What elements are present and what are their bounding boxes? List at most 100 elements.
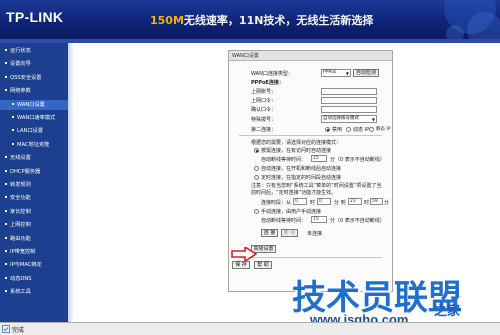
sidebar-item-label: IP带宽控制 [10, 249, 36, 255]
sidebar-item[interactable]: 运行状态 [0, 46, 68, 56]
browser-status-bar: 完成 [0, 322, 500, 335]
sidebar-item-label: 安全功能 [10, 195, 31, 202]
auto-connect-label: 自动连接，在开机和断线后自动连接 [261, 166, 342, 172]
header-slogan: 150M无线速率，11N技术，无线生活新选择 [150, 12, 373, 28]
help-button[interactable]: 帮 助 [254, 261, 272, 269]
bullet-icon [5, 62, 7, 65]
divider [239, 135, 382, 136]
confirm-password-label: 确认口令： [251, 107, 277, 113]
sidebar-item-label: 设置向导 [10, 61, 31, 68]
to-hour-input[interactable]: 23 [348, 198, 362, 205]
sidebar-item[interactable]: LAN口设置 [0, 126, 68, 136]
bullet-icon [12, 116, 14, 118]
pppoe-section-label: PPPoE连接： [251, 80, 284, 86]
to-hour-unit: 时 [364, 200, 370, 206]
sidebar-item-label: 家长控制 [10, 208, 31, 215]
to-minute-input[interactable]: 59 [370, 198, 383, 205]
sidebar-item[interactable]: 设置向导 [0, 59, 68, 69]
radio-on-demand[interactable] [254, 148, 259, 153]
slogan-text: 无线速率，11N技术，无线生活新选择 [183, 14, 374, 27]
sidebar-item[interactable]: WAN口设置 [0, 99, 68, 110]
sidebar-item[interactable]: MAC地址克隆 [0, 140, 68, 150]
bullet-icon [5, 196, 7, 199]
hour-unit: 时 [310, 200, 316, 206]
bullet-icon [5, 223, 7, 226]
sidebar-item-label: MAC地址克隆 [17, 141, 50, 148]
sidebar-item[interactable]: 转发规则 [0, 180, 68, 190]
sidebar-item[interactable]: IP与MAC绑定 [0, 260, 68, 270]
bullet-icon [5, 75, 7, 78]
sidebar-item-label: WAN口设置 [17, 101, 45, 108]
radio-disabled-label: 禁用 [332, 127, 343, 133]
wan-type-value: PPPoE [323, 70, 337, 75]
from-minute-input[interactable]: 0 [317, 198, 331, 205]
wan-type-select[interactable]: PPPoE ▼ [321, 69, 351, 77]
sidebar-item[interactable]: WAN口速率模式 [0, 113, 68, 123]
account-label: 上网账号： [251, 89, 277, 95]
radio-timed-connect[interactable] [254, 175, 259, 180]
bullet-icon [12, 142, 14, 145]
sidebar-item-label: IP与MAC绑定 [10, 262, 42, 269]
password-input[interactable] [321, 97, 377, 104]
radio-dynamic-ip-label: 动态 IP [353, 127, 370, 133]
bullet-icon [5, 250, 7, 252]
banner-decoration-icon [444, 0, 500, 39]
to-minute-unit: 分 [384, 200, 390, 206]
sidebar-item-label: 运行状态 [10, 48, 31, 54]
save-button[interactable]: 保 存 [232, 261, 250, 269]
sidebar-item[interactable]: QSS安全设置 [0, 73, 68, 83]
bullet-icon [5, 169, 7, 172]
bullet-icon [12, 129, 14, 132]
sidebar-item[interactable]: 无线设置 [0, 153, 68, 163]
sidebar-item-label: 系统工具 [10, 289, 31, 296]
disconnect-button[interactable]: 断 线 [281, 229, 298, 237]
status-text: 完成 [12, 327, 25, 334]
idle-time-input[interactable]: 15 [311, 155, 327, 162]
wan-type-label: WAN口连接类型： [251, 71, 293, 77]
panel-titlebar: WAN口设置 [229, 51, 392, 61]
bullet-icon [5, 183, 7, 185]
password-label: 上网口令： [251, 98, 277, 104]
idle-time-label: 自动断线等待时间： [261, 157, 307, 163]
radio-static-ip[interactable] [369, 127, 374, 132]
manual-connect-label: 手动连接，由用户手动连接 [261, 209, 322, 215]
account-input[interactable] [321, 88, 377, 95]
mode-hint: 根据您的需要，请选择对应的连接模式： [251, 140, 342, 146]
chevron-down-icon: ▼ [345, 71, 349, 76]
page-status-icon [2, 325, 10, 333]
bullet-icon [5, 49, 7, 51]
radio-static-ip-label: 静态 IP [376, 127, 391, 132]
sidebar-item-label: DHCP服务器 [10, 168, 41, 175]
radio-disabled[interactable] [325, 127, 330, 132]
sidebar-item[interactable]: DHCP服务器 [0, 167, 68, 177]
radio-auto-connect[interactable] [254, 166, 259, 171]
radio-dynamic-ip[interactable] [346, 127, 351, 132]
auto-detect-button[interactable]: 自动检测 [353, 69, 379, 77]
watermark-corner: 之家 [434, 304, 461, 319]
sidebar-item[interactable]: 路由功能 [0, 234, 68, 244]
bullet-icon [5, 156, 7, 159]
sidebar-item[interactable]: 上网控制 [0, 220, 68, 230]
sidebar-item[interactable]: 安全功能 [0, 193, 68, 203]
idle-time-input-2[interactable]: 15 [311, 216, 327, 223]
from-hour-input[interactable]: 0 [293, 198, 307, 205]
connection-status: 未连接 [307, 231, 323, 237]
sidebar-item-label: QSS安全设置 [10, 74, 42, 81]
sidebar-item[interactable]: 网络参数 [0, 86, 68, 96]
confirm-password-input[interactable] [321, 106, 377, 113]
sidebar-item[interactable]: IP带宽控制 [0, 247, 68, 257]
sidebar-item-label: 转发规则 [10, 182, 31, 188]
period-label: 连接时段：从 [261, 200, 292, 206]
content-edge-shadow [68, 43, 74, 322]
red-arrow-icon [231, 247, 257, 261]
sidebar-item[interactable]: 家长控制 [0, 207, 68, 217]
special-dial-select[interactable]: 自动选择拨号模式 ▼ [321, 115, 377, 123]
sidebar-item[interactable]: 动态DNS [0, 274, 68, 284]
radio-manual-connect[interactable] [254, 209, 259, 214]
connect-button[interactable]: 连 接 [261, 229, 278, 237]
bullet-icon [5, 236, 7, 239]
special-dial-label: 特殊拨号： [251, 117, 277, 123]
sidebar-item[interactable]: 系统工具 [0, 287, 68, 297]
idle-time-unit: 分（0 表示不自动断线） [330, 157, 385, 163]
watermark-partial: i. [457, 291, 462, 299]
